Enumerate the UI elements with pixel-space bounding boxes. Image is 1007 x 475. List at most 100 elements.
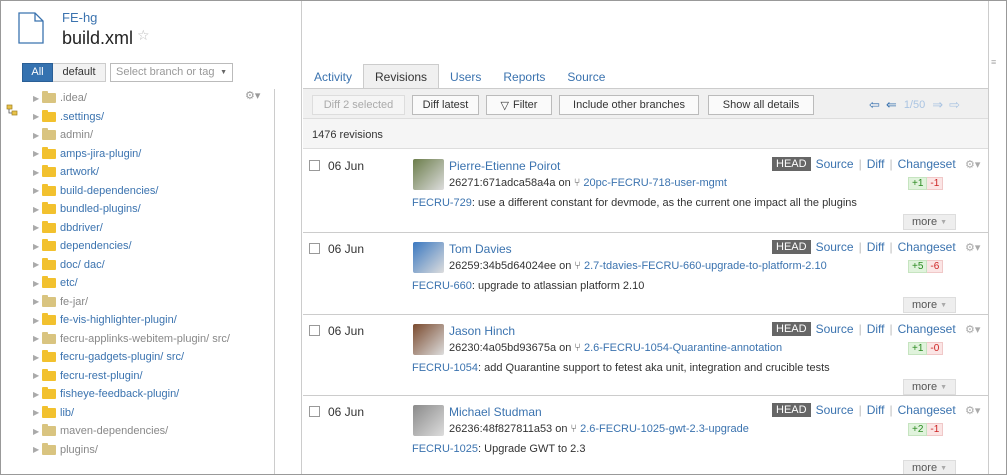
more-button[interactable]: more ▼ — [903, 214, 956, 230]
collapse-handle-icon[interactable]: ≡ — [991, 57, 996, 67]
diff-selected-button[interactable]: Diff 2 selected — [312, 95, 405, 115]
changeset-hash[interactable]: 26236:48f827811a53 on — [449, 423, 567, 435]
expand-arrow-icon[interactable]: ▶ — [33, 408, 42, 417]
tree-item[interactable]: ▶ lib/ — [25, 404, 274, 423]
tree-item[interactable]: ▶ fecru-applinks-webitem-plugin/ src/ — [25, 330, 274, 349]
revision-checkbox[interactable] — [309, 160, 320, 171]
expand-arrow-icon[interactable]: ▶ — [33, 94, 42, 103]
tree-item[interactable]: ▶ build-dependencies/ — [25, 182, 274, 201]
avatar[interactable] — [413, 159, 444, 190]
expand-arrow-icon[interactable]: ▶ — [33, 131, 42, 140]
tab-revisions[interactable]: Revisions — [363, 64, 440, 88]
all-branches-button[interactable]: All — [22, 62, 53, 82]
source-link[interactable]: Source — [816, 403, 854, 417]
expand-arrow-icon[interactable]: ▶ — [33, 260, 42, 269]
expand-arrow-icon[interactable]: ▶ — [33, 371, 42, 380]
tree-view-icon[interactable] — [6, 104, 18, 116]
author-link[interactable]: Pierre-Etienne Poirot — [449, 159, 560, 173]
changeset-link[interactable]: Changeset — [898, 403, 956, 417]
more-button[interactable]: more ▼ — [903, 379, 956, 395]
expand-arrow-icon[interactable]: ▶ — [33, 242, 42, 251]
first-page-icon[interactable]: ⇦ — [869, 97, 880, 113]
avatar[interactable] — [413, 242, 444, 273]
tab-activity[interactable]: Activity — [303, 66, 363, 88]
tree-item[interactable]: ▶ doc/ dac/ — [25, 256, 274, 275]
expand-arrow-icon[interactable]: ▶ — [33, 168, 42, 177]
previous-page-icon[interactable]: ⇐ — [886, 97, 897, 113]
issue-link[interactable]: FECRU-1025 — [412, 443, 478, 455]
more-button[interactable]: more ▼ — [903, 297, 956, 313]
expand-arrow-icon[interactable]: ▶ — [33, 316, 42, 325]
include-other-branches-button[interactable]: Include other branches — [559, 95, 699, 115]
expand-arrow-icon[interactable]: ▶ — [33, 297, 42, 306]
diff-link[interactable]: Diff — [867, 157, 885, 171]
source-link[interactable]: Source — [816, 322, 854, 336]
branch-link[interactable]: 2.6-FECRU-1054-Quarantine-annotation — [584, 342, 782, 354]
avatar[interactable] — [413, 405, 444, 436]
next-page-icon[interactable]: ⇒ — [932, 97, 943, 113]
expand-arrow-icon[interactable]: ▶ — [33, 149, 42, 158]
tree-item[interactable]: ▶ fecru-gadgets-plugin/ src/ — [25, 348, 274, 367]
revision-checkbox[interactable] — [309, 406, 320, 417]
author-link[interactable]: Jason Hinch — [449, 324, 515, 338]
branch-search-input[interactable]: Select branch or tag ▼ — [110, 62, 233, 82]
default-branch-button[interactable]: default — [53, 62, 106, 82]
expand-arrow-icon[interactable]: ▶ — [33, 205, 42, 214]
issue-link[interactable]: FECRU-729 — [412, 197, 472, 209]
tree-item[interactable]: ▶ bundled-plugins/ — [25, 200, 274, 219]
issue-link[interactable]: FECRU-660 — [412, 280, 472, 292]
expand-arrow-icon[interactable]: ▶ — [33, 186, 42, 195]
avatar[interactable] — [413, 324, 444, 355]
changeset-hash[interactable]: 26230:4a05bd93675a on — [449, 342, 571, 354]
tree-item[interactable]: ▶ etc/ — [25, 274, 274, 293]
tab-reports[interactable]: Reports — [492, 66, 556, 88]
changeset-link[interactable]: Changeset — [898, 322, 956, 336]
diff-latest-button[interactable]: Diff latest — [412, 95, 479, 115]
expand-arrow-icon[interactable]: ▶ — [33, 334, 42, 343]
tree-item[interactable]: ▶ fisheye-feedback-plugin/ — [25, 385, 274, 404]
revision-gear-icon[interactable]: ⚙▾ — [965, 323, 980, 336]
tree-item[interactable]: ▶ maven-dependencies/ — [25, 422, 274, 441]
tree-item[interactable]: ▶ .settings/ — [25, 108, 274, 127]
expand-arrow-icon[interactable]: ▶ — [33, 427, 42, 436]
expand-arrow-icon[interactable]: ▶ — [33, 445, 42, 454]
tree-item[interactable]: ▶ artwork/ — [25, 163, 274, 182]
tree-item[interactable]: ▶ fecru-rest-plugin/ — [25, 367, 274, 386]
changeset-link[interactable]: Changeset — [898, 157, 956, 171]
tree-item[interactable]: ▶ fe-jar/ — [25, 293, 274, 312]
tree-item[interactable]: ▶ amps-jira-plugin/ — [25, 145, 274, 164]
source-link[interactable]: Source — [816, 157, 854, 171]
branch-link[interactable]: 2.6-FECRU-1025-gwt-2.3-upgrade — [580, 423, 749, 435]
star-icon[interactable]: ☆ — [137, 27, 150, 43]
expand-arrow-icon[interactable]: ▶ — [33, 390, 42, 399]
changeset-hash[interactable]: 26271:671adca58a4a on — [449, 177, 571, 189]
diff-link[interactable]: Diff — [867, 240, 885, 254]
changeset-link[interactable]: Changeset — [898, 240, 956, 254]
revision-gear-icon[interactable]: ⚙▾ — [965, 241, 980, 254]
tree-item[interactable]: ▶ fe-vis-highlighter-plugin/ — [25, 311, 274, 330]
branch-link[interactable]: 20pc-FECRU-718-user-mgmt — [583, 177, 727, 189]
tree-item[interactable]: ▶ plugins/ — [25, 441, 274, 460]
tab-users[interactable]: Users — [439, 66, 492, 88]
tree-item[interactable]: ▶ admin/ — [25, 126, 274, 145]
expand-arrow-icon[interactable]: ▶ — [33, 279, 42, 288]
expand-arrow-icon[interactable]: ▶ — [33, 223, 42, 232]
tab-source[interactable]: Source — [556, 66, 616, 88]
expand-arrow-icon[interactable]: ▶ — [33, 353, 42, 362]
revision-checkbox[interactable] — [309, 243, 320, 254]
revision-gear-icon[interactable]: ⚙▾ — [965, 404, 980, 417]
filter-button[interactable]: ▽ Filter — [486, 95, 552, 115]
more-button[interactable]: more ▼ — [903, 460, 956, 474]
diff-link[interactable]: Diff — [867, 322, 885, 336]
tree-item[interactable]: ▶ .idea/ — [25, 89, 274, 108]
revision-gear-icon[interactable]: ⚙▾ — [965, 158, 980, 171]
expand-arrow-icon[interactable]: ▶ — [33, 112, 42, 121]
changeset-hash[interactable]: 26259:34b5d64024ee on — [449, 260, 571, 272]
tree-item[interactable]: ▶ dbdriver/ — [25, 219, 274, 238]
last-page-icon[interactable]: ⇨ — [949, 97, 960, 113]
revision-checkbox[interactable] — [309, 325, 320, 336]
repository-link[interactable]: FE-hg — [62, 10, 97, 25]
panel-divider[interactable] — [301, 1, 302, 474]
diff-link[interactable]: Diff — [867, 403, 885, 417]
show-all-details-button[interactable]: Show all details — [708, 95, 814, 115]
